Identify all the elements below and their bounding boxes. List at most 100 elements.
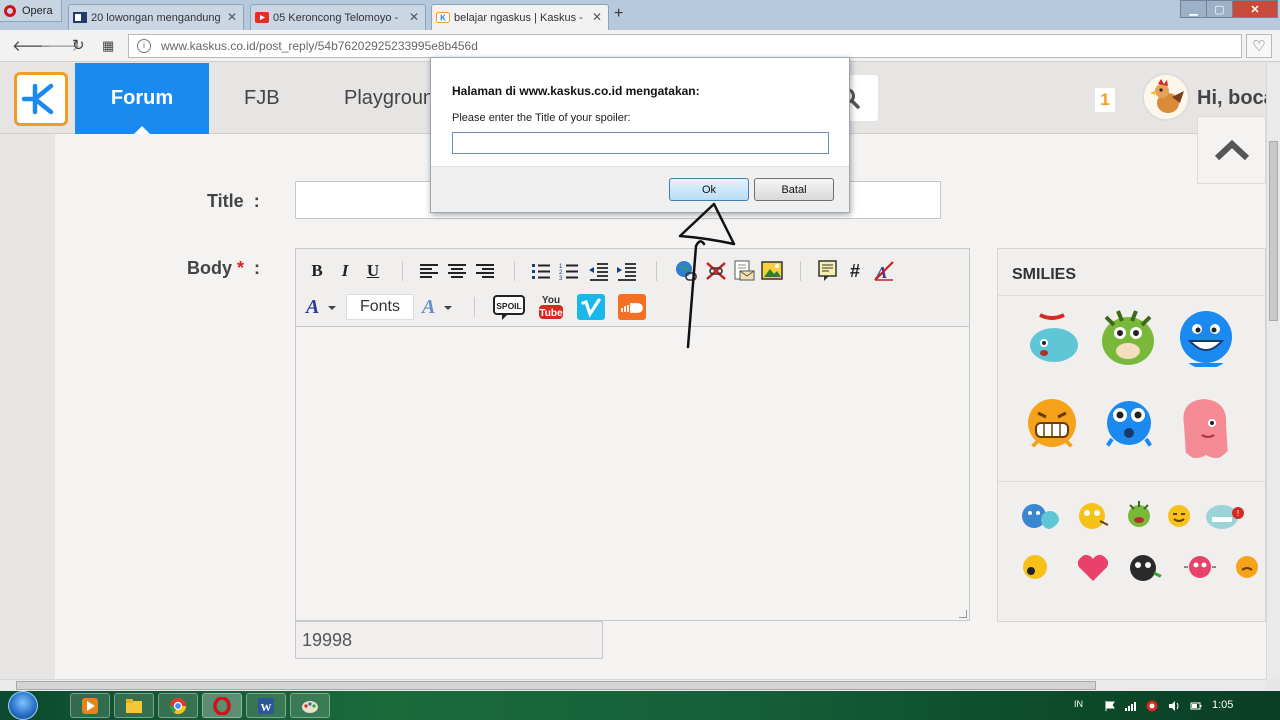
smiley-small-icon[interactable] [1020, 501, 1060, 531]
action-center-flag-icon[interactable] [1104, 700, 1116, 712]
body-label: Body * : [187, 258, 260, 279]
browser-tab[interactable]: 05 Keroncong Telomoyo - ✕ [250, 4, 426, 30]
page-horizontal-scrollbar[interactable] [0, 679, 1266, 691]
smiley-small-icon[interactable] [1076, 501, 1112, 531]
word-icon: W [258, 697, 274, 714]
battery-icon[interactable] [1190, 700, 1202, 712]
ok-button[interactable]: Ok [669, 178, 749, 201]
taskbar-app[interactable] [290, 693, 330, 718]
smiley-small-icon[interactable] [1182, 553, 1218, 581]
smiley-small-icon[interactable] [1234, 553, 1260, 581]
site-favicon-icon [73, 12, 87, 23]
align-left-icon[interactable] [418, 261, 440, 281]
reload-icon[interactable]: ↻ [72, 36, 85, 54]
taskbar-clock[interactable]: 1:05 [1212, 699, 1233, 711]
close-window-icon[interactable]: ✕ [1232, 0, 1278, 18]
nav-fjb[interactable]: FJB [244, 63, 280, 134]
taskbar-app[interactable]: W [246, 693, 286, 718]
heart-smiley-icon[interactable] [1076, 553, 1110, 583]
browser-tab[interactable]: 20 lowongan mengandung ✕ [68, 4, 244, 30]
site-info-icon[interactable]: i [137, 39, 151, 53]
resize-grip-icon[interactable] [959, 610, 967, 618]
body-editor: B I U 123 # A A Fonts A SPOIL You Tube [295, 248, 970, 621]
align-right-icon[interactable] [474, 261, 496, 281]
url-field[interactable]: i www.kaskus.co.id/post_reply/54b7620292… [128, 34, 1242, 58]
network-icon[interactable] [1124, 700, 1136, 712]
smiley-big-icon[interactable] [1022, 397, 1082, 453]
taskbar-app[interactable] [158, 693, 198, 718]
align-center-icon[interactable] [446, 261, 468, 281]
smiley-big-icon[interactable] [1022, 307, 1082, 367]
notification-count-badge[interactable]: 1 [1095, 88, 1115, 112]
maximize-window-icon[interactable]: ▢ [1206, 0, 1233, 18]
outdent-icon[interactable] [588, 261, 610, 281]
scroll-to-top-button[interactable] [1197, 116, 1266, 184]
underline-icon[interactable]: U [362, 261, 384, 281]
speed-dial-grid-icon[interactable]: ▦ [102, 38, 114, 54]
smiley-small-icon[interactable] [1128, 553, 1164, 583]
italic-icon[interactable]: I [334, 261, 356, 281]
windows-start-icon[interactable] [8, 691, 38, 720]
minimize-window-icon[interactable]: ▁ [1180, 0, 1207, 18]
tab-close-icon[interactable]: ✕ [592, 10, 602, 24]
bold-icon[interactable]: B [306, 261, 328, 281]
toolbar-divider [474, 297, 475, 317]
taskbar-app-active[interactable] [202, 693, 242, 718]
taskbar-app[interactable] [70, 693, 110, 718]
bullet-list-icon[interactable] [530, 261, 552, 281]
opera-menu-button[interactable]: Opera [0, 0, 62, 22]
body-textarea[interactable] [296, 328, 969, 620]
input-language-indicator[interactable]: IN [1074, 699, 1083, 709]
horizontal-scroll-thumb[interactable] [16, 681, 1096, 690]
tab-label: belajar ngaskus | Kaskus - [454, 11, 583, 24]
hashtag-icon[interactable]: # [844, 261, 866, 281]
smiley-small-icon[interactable] [1166, 503, 1192, 529]
smiley-big-icon[interactable] [1176, 395, 1236, 461]
body-colon: : [254, 258, 261, 278]
smiley-big-icon[interactable] [1096, 307, 1160, 369]
browser-tab-bar: Opera 20 lowongan mengandung ✕ 05 Keronc… [0, 0, 1280, 30]
spoiler-title-input[interactable] [452, 132, 829, 154]
tab-close-icon[interactable]: ✕ [227, 10, 237, 24]
font-color-dropdown[interactable]: A [304, 295, 340, 319]
smiley-big-icon[interactable] [1098, 399, 1160, 453]
nav-forum[interactable]: Forum [75, 63, 209, 134]
taskbar-app[interactable] [114, 693, 154, 718]
bookmark-heart-icon[interactable]: ♡ [1246, 34, 1272, 58]
editor-toolbar: B I U 123 # A A Fonts A SPOIL You Tube [296, 249, 969, 327]
new-tab-icon[interactable]: + [614, 5, 623, 23]
fonts-dropdown[interactable]: Fonts [346, 294, 414, 320]
antivirus-tray-icon[interactable] [1146, 700, 1158, 712]
remove-link-icon[interactable] [704, 260, 728, 282]
smiley-small-icon[interactable]: ! [1204, 501, 1246, 531]
cancel-button[interactable]: Batal [754, 178, 834, 201]
font-size-dropdown[interactable]: A [420, 295, 456, 319]
insert-image-icon[interactable] [760, 259, 784, 283]
smilies-title: SMILIES [1012, 266, 1077, 283]
smiley-small-icon[interactable] [1020, 553, 1050, 581]
volume-icon[interactable] [1168, 700, 1180, 712]
vimeo-icon[interactable] [576, 293, 606, 321]
smiley-small-icon[interactable] [1126, 499, 1152, 529]
opera-menu-label: Opera [22, 4, 53, 17]
browser-tab-active[interactable]: K belajar ngaskus | Kaskus - ✕ [431, 4, 609, 30]
insert-email-icon[interactable] [732, 259, 756, 283]
kaskus-favicon-icon: K [436, 12, 450, 23]
smiley-big-icon[interactable] [1176, 307, 1236, 369]
nav-fjb-label: FJB [244, 87, 280, 109]
quote-icon[interactable] [816, 259, 840, 283]
indent-icon[interactable] [616, 261, 638, 281]
spoiler-icon[interactable]: SPOIL [492, 293, 526, 321]
insert-link-globe-icon[interactable] [674, 259, 698, 283]
numbered-list-icon[interactable]: 123 [558, 261, 580, 281]
soundcloud-icon[interactable] [617, 293, 647, 321]
remove-format-icon[interactable]: A [872, 259, 896, 283]
tab-close-icon[interactable]: ✕ [409, 10, 419, 24]
page-vertical-scrollbar[interactable] [1266, 63, 1280, 679]
user-avatar[interactable] [1142, 73, 1190, 121]
kaskus-logo[interactable] [14, 72, 68, 126]
font-color-icon: A [304, 296, 336, 318]
youtube-icon[interactable]: You Tube [536, 293, 566, 321]
vertical-scroll-thumb[interactable] [1269, 141, 1278, 321]
smilies-divider [998, 295, 1267, 296]
